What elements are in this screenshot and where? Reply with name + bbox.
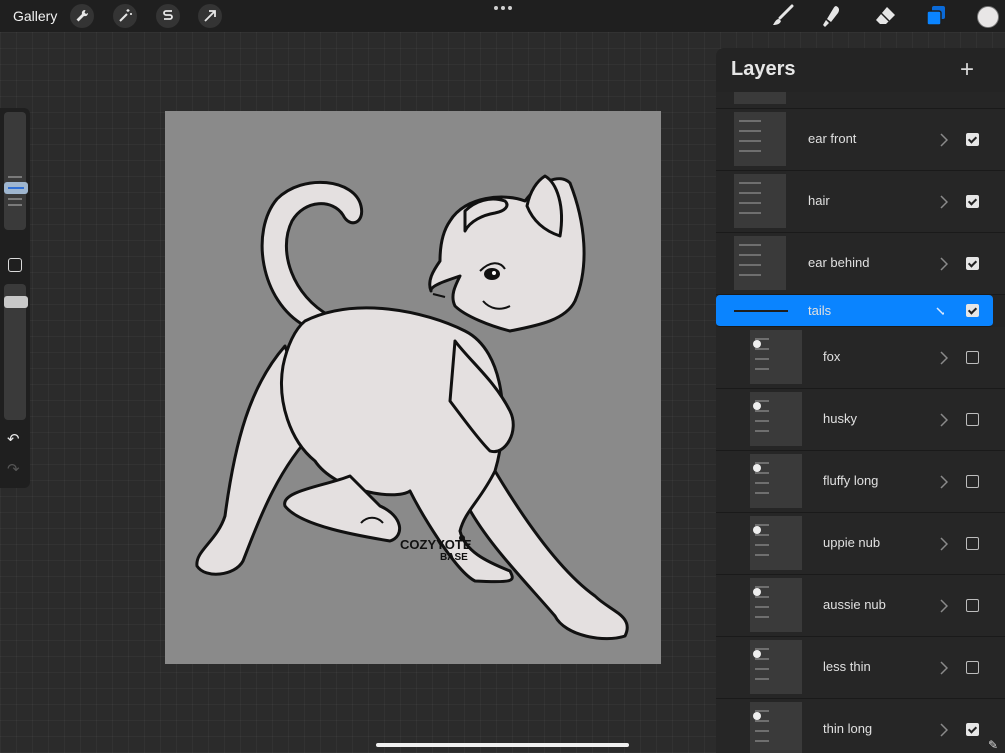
layer-visibility-checkbox[interactable] bbox=[966, 133, 979, 146]
redo-icon[interactable]: ↷ bbox=[7, 460, 20, 478]
layer-row[interactable]: less thin bbox=[716, 637, 1005, 699]
layer-name: tails bbox=[808, 303, 832, 318]
brush-size-slider[interactable] bbox=[4, 112, 26, 230]
layer-visibility-checkbox[interactable] bbox=[966, 257, 979, 270]
pencil-icon: ✎ bbox=[988, 738, 999, 752]
layer-visibility-checkbox[interactable] bbox=[966, 413, 979, 426]
layer-row[interactable]: tails bbox=[716, 295, 993, 327]
eraser-icon[interactable] bbox=[872, 4, 898, 28]
chevron-right-icon[interactable] bbox=[940, 475, 948, 489]
layer-thumbnail bbox=[750, 702, 802, 753]
layer-thumbnail bbox=[734, 236, 786, 290]
drawing-canvas[interactable]: COZYYOTE BASE bbox=[165, 111, 661, 664]
chevron-down-icon[interactable] bbox=[936, 307, 944, 321]
layer-name: aussie nub bbox=[823, 597, 886, 612]
chevron-right-icon[interactable] bbox=[940, 133, 948, 147]
layer-name: less thin bbox=[823, 659, 871, 674]
layer-thumbnail bbox=[734, 112, 786, 166]
brush-size-handle[interactable] bbox=[4, 182, 28, 194]
wrench-icon[interactable] bbox=[70, 4, 94, 28]
chevron-right-icon[interactable] bbox=[940, 537, 948, 551]
layer-visibility-checkbox[interactable] bbox=[966, 195, 979, 208]
selection-s-icon[interactable] bbox=[156, 4, 180, 28]
layer-thumbnail bbox=[750, 330, 802, 384]
layer-name: husky bbox=[823, 411, 857, 426]
wolf-base-artwork: COZYYOTE BASE bbox=[195, 174, 629, 641]
layer-row[interactable]: hair bbox=[716, 171, 1005, 233]
layer-thumbnail bbox=[750, 392, 802, 446]
top-toolbar: Gallery bbox=[0, 0, 1005, 32]
layer-row[interactable]: ear behind bbox=[716, 233, 1005, 295]
opacity-handle[interactable] bbox=[4, 296, 28, 308]
chevron-right-icon[interactable] bbox=[940, 351, 948, 365]
transform-arrow-icon[interactable] bbox=[198, 4, 222, 28]
plus-icon[interactable]: + bbox=[960, 56, 974, 84]
layer-name: uppie nub bbox=[823, 535, 881, 550]
layer-row[interactable]: uppie nub bbox=[716, 513, 1005, 575]
size-tick bbox=[8, 176, 22, 178]
color-picker-button[interactable] bbox=[977, 6, 999, 28]
more-options-icon[interactable] bbox=[494, 4, 512, 12]
layer-row[interactable]: fox bbox=[716, 327, 1005, 389]
layer-thumbnail bbox=[734, 174, 786, 228]
layer-visibility-checkbox[interactable] bbox=[966, 723, 979, 736]
layer-thumbnail bbox=[750, 516, 802, 570]
layer-name: thin long bbox=[823, 721, 873, 736]
paw-print-icon bbox=[459, 535, 465, 541]
gallery-button[interactable]: Gallery bbox=[13, 8, 57, 24]
layer-row[interactable]: fluffy long bbox=[716, 451, 1005, 513]
layer-name: hair bbox=[808, 193, 830, 208]
size-tick bbox=[8, 198, 22, 200]
layer-visibility-checkbox[interactable] bbox=[966, 537, 979, 550]
layer-name: fluffy long bbox=[823, 473, 879, 488]
brush-icon[interactable] bbox=[770, 4, 796, 28]
layer-visibility-checkbox[interactable] bbox=[966, 475, 979, 488]
watermark-line-2: BASE bbox=[440, 552, 468, 563]
chevron-right-icon[interactable] bbox=[940, 257, 948, 271]
chevron-right-icon[interactable] bbox=[940, 195, 948, 209]
size-tick bbox=[8, 204, 22, 206]
layer-visibility-checkbox[interactable] bbox=[966, 304, 979, 317]
layer-row[interactable]: husky bbox=[716, 389, 1005, 451]
chevron-right-icon[interactable] bbox=[940, 413, 948, 427]
layers-icon[interactable] bbox=[923, 4, 949, 28]
undo-icon[interactable]: ↶ bbox=[7, 430, 20, 448]
smudge-icon[interactable] bbox=[818, 4, 844, 28]
layer-row[interactable]: thin long bbox=[716, 699, 1005, 753]
modify-button[interactable] bbox=[8, 258, 22, 272]
layer-thumbnail bbox=[734, 92, 786, 104]
magic-wand-icon[interactable] bbox=[113, 4, 137, 28]
left-sidebar: ↶ ↷ bbox=[0, 108, 30, 488]
layer-visibility-checkbox[interactable] bbox=[966, 599, 979, 612]
layer-row[interactable]: ear front bbox=[716, 109, 1005, 171]
layer-thumbnail bbox=[750, 640, 802, 694]
layers-panel: Layers + ear front hair ear behind tails fox… bbox=[716, 48, 1005, 753]
layer-visibility-checkbox[interactable] bbox=[966, 351, 979, 364]
layer-thumbnail bbox=[750, 578, 802, 632]
layers-panel-title: Layers bbox=[731, 58, 796, 80]
layer-name: ear front bbox=[808, 131, 857, 146]
layer-name: fox bbox=[823, 349, 841, 364]
layer-row-partial[interactable] bbox=[716, 92, 1005, 109]
home-indicator bbox=[376, 743, 629, 747]
group-thumbnail-line bbox=[734, 310, 788, 312]
chevron-right-icon[interactable] bbox=[940, 661, 948, 675]
layer-thumbnail bbox=[750, 454, 802, 508]
layer-visibility-checkbox[interactable] bbox=[966, 661, 979, 674]
layer-row[interactable]: aussie nub bbox=[716, 575, 1005, 637]
layer-name: ear behind bbox=[808, 255, 870, 270]
chevron-right-icon[interactable] bbox=[940, 723, 948, 737]
chevron-right-icon[interactable] bbox=[940, 599, 948, 613]
